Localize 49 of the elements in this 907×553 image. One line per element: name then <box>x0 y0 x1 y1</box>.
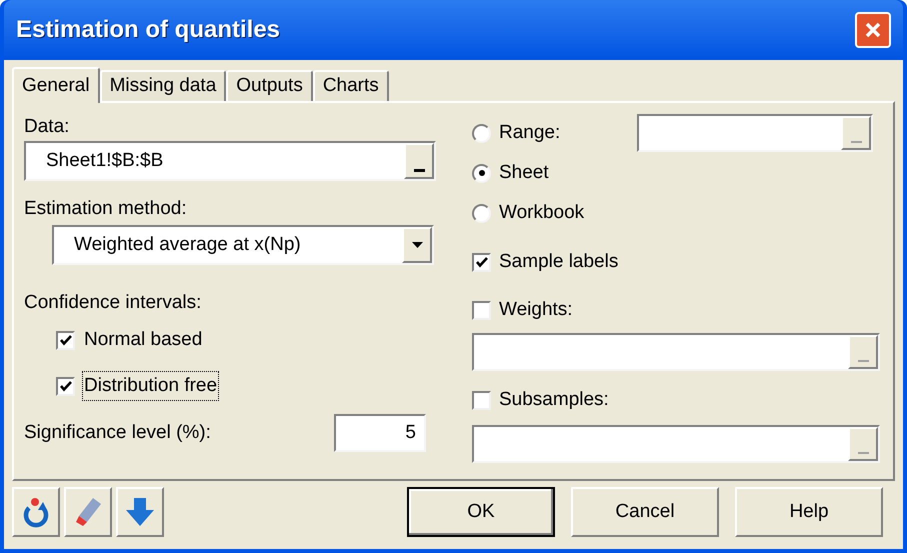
tab[interactable]: Outputs <box>226 70 313 101</box>
check-icon <box>60 334 72 346</box>
tab[interactable]: General <box>12 67 100 103</box>
subsamples-field[interactable] <box>472 425 880 463</box>
dialog-button[interactable]: Cancel <box>571 487 719 537</box>
down-arrow-icon <box>125 496 155 528</box>
radio-label: Range: <box>499 120 562 145</box>
checkbox-label: Subsamples: <box>499 388 609 412</box>
range-field[interactable] <box>637 114 873 152</box>
checkbox[interactable] <box>472 252 491 272</box>
close-icon <box>864 21 882 39</box>
field-label: Data: <box>24 115 70 139</box>
window-title: Estimation of quantiles <box>16 15 282 45</box>
check-icon <box>476 256 488 268</box>
tab[interactable]: Missing data <box>100 70 226 101</box>
close-button[interactable] <box>855 12 891 48</box>
checkbox-label: Sample labels <box>499 250 618 274</box>
dropdown-button[interactable] <box>402 227 432 263</box>
radio-button[interactable] <box>472 164 491 182</box>
refresh-icon <box>21 496 51 528</box>
weights-field[interactable] <box>472 333 880 371</box>
ellipsis-icon <box>414 169 424 172</box>
checkbox[interactable] <box>472 390 491 410</box>
caret-icon <box>412 242 422 248</box>
clear-button[interactable] <box>64 487 112 537</box>
radio-button[interactable] <box>472 204 491 222</box>
check-icon <box>60 380 72 392</box>
tab[interactable]: Charts <box>312 70 389 101</box>
radio-button[interactable] <box>472 124 491 142</box>
radio-label: Sheet <box>499 160 550 185</box>
method-dropdown[interactable]: Weighted average at x(Np) <box>52 225 434 265</box>
reset-button[interactable] <box>12 487 60 537</box>
checkbox[interactable] <box>472 300 491 320</box>
checkbox-label: Normal based <box>83 328 204 352</box>
browse-button[interactable] <box>404 143 434 179</box>
checkbox-label: Distribution free <box>82 370 220 402</box>
eraser-icon <box>73 496 103 528</box>
down-button[interactable] <box>116 487 164 537</box>
field-label: Estimation method: <box>24 197 188 221</box>
field-label: Significance level (%): <box>24 420 212 445</box>
checkbox[interactable] <box>56 330 75 350</box>
dialog-button[interactable]: OK <box>407 487 555 537</box>
checkbox[interactable] <box>56 376 75 396</box>
significance-field[interactable]: 5 <box>334 414 426 452</box>
section-label: Confidence intervals: <box>24 291 202 315</box>
dialog-button[interactable]: Help <box>735 487 883 537</box>
radio-label: Workbook <box>499 200 586 225</box>
data-field[interactable]: Sheet1!$B:$B <box>24 141 436 181</box>
checkbox-label: Weights: <box>499 298 573 322</box>
